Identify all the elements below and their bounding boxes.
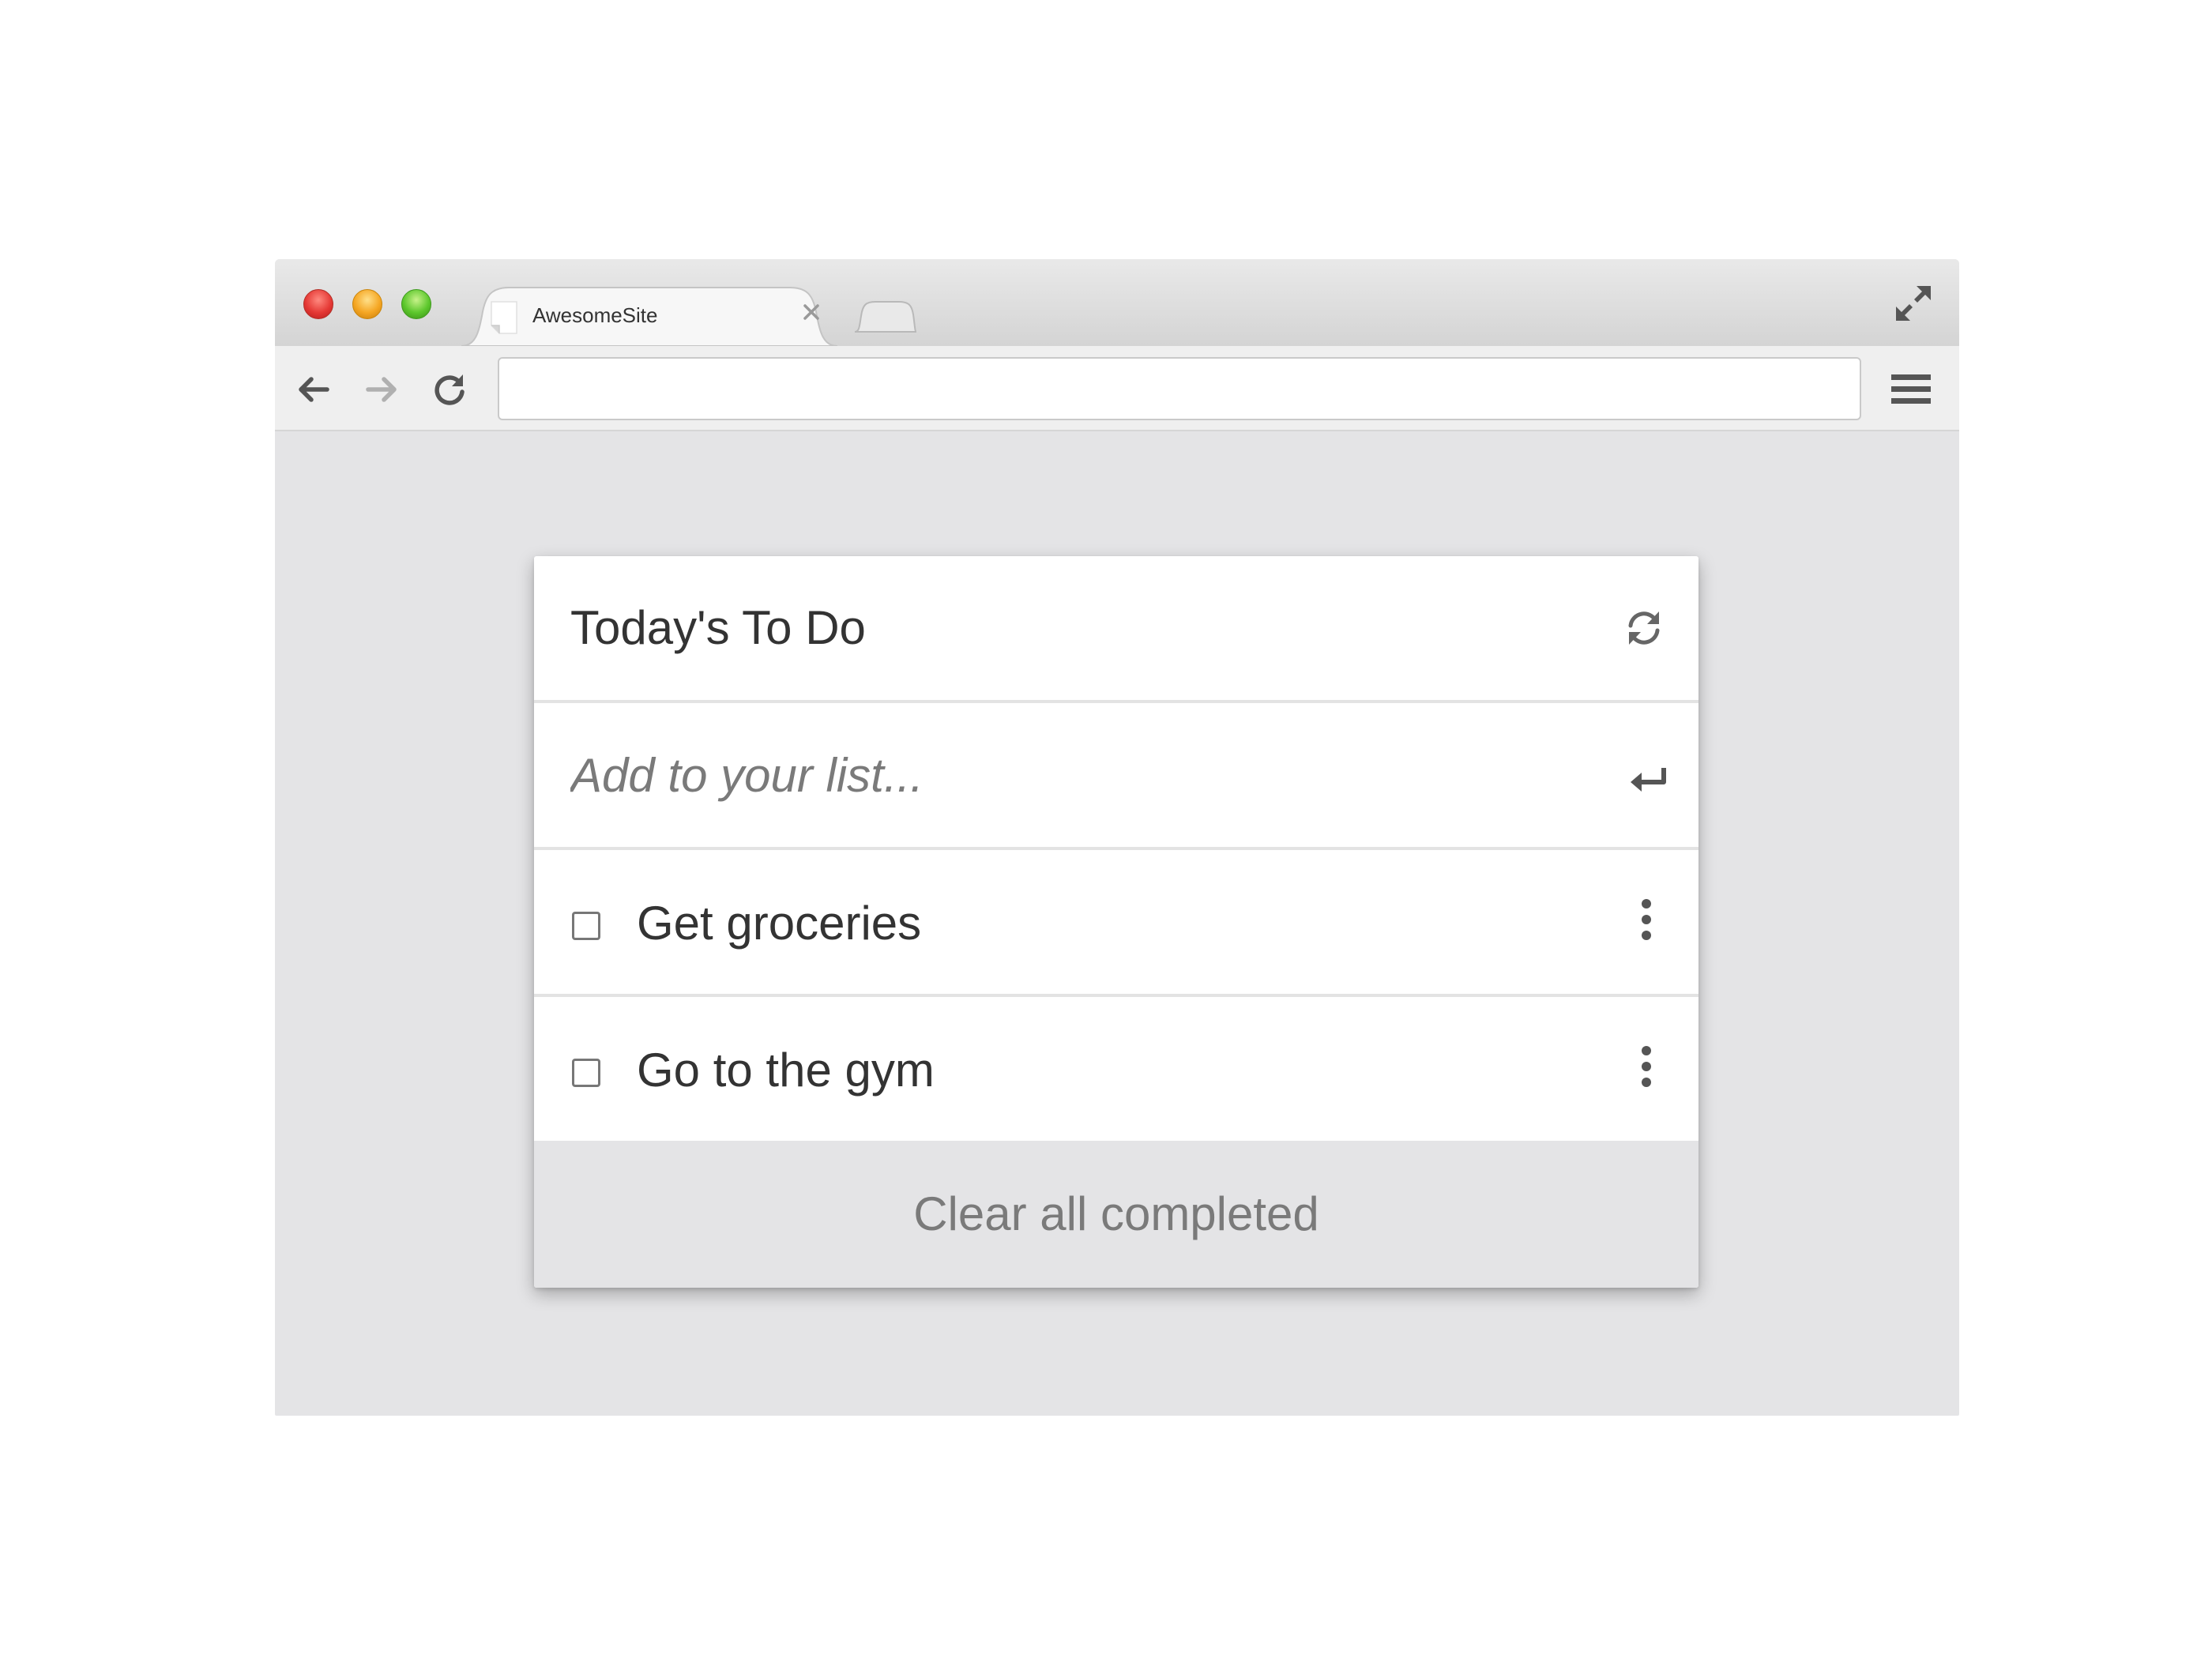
window-close-button[interactable] — [303, 289, 333, 319]
reload-icon[interactable] — [430, 370, 469, 409]
todo-footer: Clear all completed — [534, 1141, 1698, 1288]
todo-title: Today's To Do — [570, 601, 866, 654]
todo-item: Get groceries — [534, 850, 1698, 997]
add-item-input[interactable] — [570, 739, 1582, 811]
arrow-right-icon[interactable] — [362, 370, 401, 409]
todo-item-checkbox[interactable] — [572, 1059, 600, 1087]
enter-icon[interactable] — [1629, 763, 1668, 795]
close-icon[interactable] — [798, 299, 825, 325]
refresh-icon[interactable] — [1623, 607, 1665, 649]
todo-item-label: Go to the gym — [637, 1044, 935, 1097]
window-zoom-button[interactable] — [401, 289, 431, 319]
tab-title: AwesomeSite — [532, 303, 658, 327]
fullscreen-icon[interactable] — [1893, 283, 1934, 324]
more-vertical-icon[interactable] — [1637, 897, 1656, 942]
todo-item-checkbox[interactable] — [572, 912, 600, 940]
more-vertical-icon[interactable] — [1637, 1044, 1656, 1089]
todo-card: Today's To Do Get groceries Go to the gy… — [534, 556, 1698, 1288]
window-minimize-button[interactable] — [352, 289, 382, 319]
todo-header: Today's To Do — [534, 556, 1698, 703]
browser-tab[interactable]: AwesomeSite — [461, 284, 837, 346]
new-tab-icon[interactable] — [852, 299, 918, 335]
todo-item-label: Get groceries — [637, 897, 922, 950]
arrow-left-icon[interactable] — [294, 370, 333, 409]
todo-item: Go to the gym — [534, 997, 1698, 1144]
address-bar[interactable] — [498, 357, 1861, 420]
blank-page-icon — [491, 301, 517, 334]
browser-titlebar: AwesomeSite — [275, 259, 1959, 346]
add-item-row — [534, 703, 1698, 850]
clear-completed-button[interactable]: Clear all completed — [534, 1141, 1698, 1288]
hamburger-menu-icon[interactable] — [1890, 370, 1932, 409]
browser-toolbar — [275, 346, 1959, 431]
